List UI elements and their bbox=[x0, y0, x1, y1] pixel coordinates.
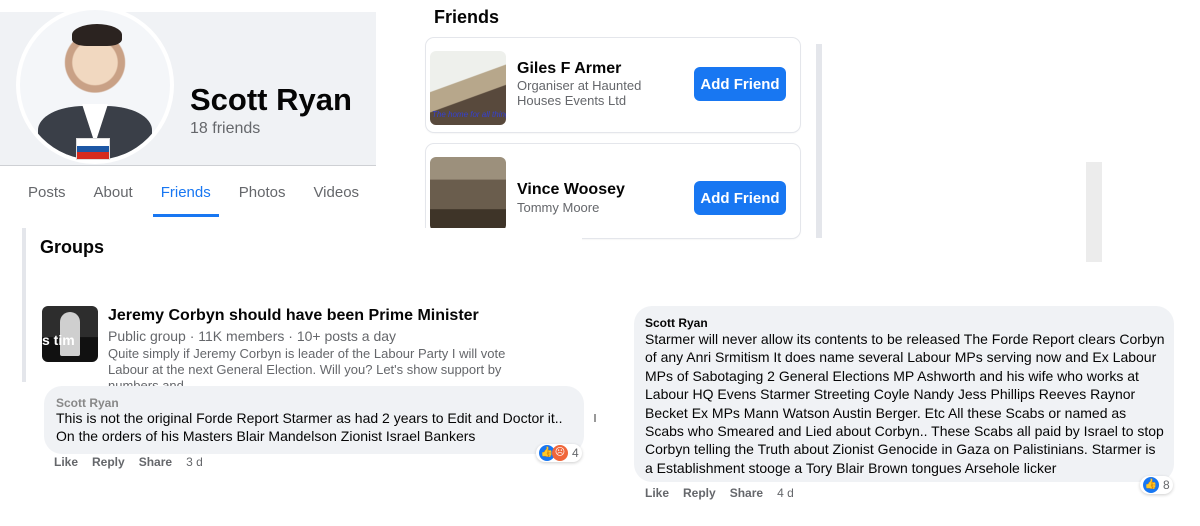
tab-photos[interactable]: Photos bbox=[225, 175, 300, 217]
profile-tabs: Posts About Friends Photos Videos bbox=[14, 175, 373, 217]
reply-button[interactable]: Reply bbox=[92, 455, 125, 469]
group-meta: Public group · 11K members · 10+ posts a… bbox=[108, 328, 397, 344]
avatar-hair bbox=[72, 24, 122, 46]
reaction-summary[interactable]: 👍 ☹ 4 bbox=[536, 444, 582, 462]
group-name[interactable]: Jeremy Corbyn should have been Prime Min… bbox=[108, 307, 479, 325]
group-thumbnail[interactable]: s tim bbox=[42, 306, 98, 362]
photo-caption: The home for all things that... mystery! bbox=[432, 110, 506, 119]
comment-actions: Like Reply Share 3 d bbox=[54, 455, 217, 469]
friend-photo[interactable]: The home for all things that... mystery! bbox=[430, 51, 506, 125]
russia-flag-icon bbox=[76, 138, 110, 160]
reaction-count: 4 bbox=[572, 446, 579, 460]
flag-stripe-red bbox=[77, 152, 109, 159]
friends-title: Friends bbox=[434, 7, 500, 27]
friend-name[interactable]: Vince Woosey bbox=[517, 181, 625, 199]
friend-name[interactable]: Giles F Armer bbox=[517, 60, 621, 78]
friend-subtitle: Tommy Moore bbox=[517, 200, 600, 215]
tab-videos[interactable]: Videos bbox=[299, 175, 373, 217]
flag-stripe-blue bbox=[77, 145, 109, 153]
share-button[interactable]: Share bbox=[730, 486, 763, 500]
comment-text: Starmer will never allow its contents to… bbox=[645, 331, 1165, 476]
reaction-count: 8 bbox=[1163, 478, 1170, 492]
groups-title: Groups bbox=[40, 237, 105, 257]
angry-reaction-icon: ☹ bbox=[552, 445, 568, 461]
tab-about[interactable]: About bbox=[80, 175, 147, 217]
collage-divider bbox=[594, 414, 596, 422]
profile-friends-count[interactable]: 18 friends bbox=[190, 120, 260, 138]
group-thumb-text: s tim bbox=[42, 332, 75, 348]
friends-section: Friends The home for all things that... … bbox=[418, 0, 816, 238]
groups-section: Groups s tim Jeremy Corbyn should have b… bbox=[22, 228, 582, 393]
like-button[interactable]: Like bbox=[645, 486, 669, 500]
comment-author[interactable]: Scott Ryan bbox=[56, 396, 119, 410]
add-friend-button[interactable]: Add Friend bbox=[694, 67, 786, 101]
friend-card: Vince Woosey Tommy Moore Add Friend bbox=[426, 144, 800, 238]
reply-button[interactable]: Reply bbox=[683, 486, 716, 500]
profile-name: Scott Ryan bbox=[190, 82, 352, 117]
comment-time: 4 d bbox=[777, 486, 794, 500]
tab-posts[interactable]: Posts bbox=[14, 175, 80, 217]
flag-stripe-white bbox=[77, 139, 109, 146]
reaction-summary[interactable]: 👍 8 bbox=[1140, 476, 1173, 494]
add-friend-button[interactable]: Add Friend bbox=[694, 181, 786, 215]
tab-friends[interactable]: Friends bbox=[147, 175, 225, 217]
friend-card: The home for all things that... mystery!… bbox=[426, 38, 800, 132]
like-button[interactable]: Like bbox=[54, 455, 78, 469]
collage-divider bbox=[1086, 162, 1102, 262]
comment-author[interactable]: Scott Ryan bbox=[645, 316, 708, 330]
friend-photo[interactable] bbox=[430, 157, 506, 231]
comment-actions: Like Reply Share 4 d bbox=[645, 486, 808, 500]
comment-time: 3 d bbox=[186, 455, 203, 469]
profile-header: Scott Ryan 18 friends Posts About Friend… bbox=[0, 6, 376, 233]
comment-text: This is not the original Forde Report St… bbox=[56, 410, 563, 445]
friend-subtitle: Organiser at Haunted Houses Events Ltd bbox=[517, 78, 642, 108]
friends-scrollbar[interactable] bbox=[816, 44, 822, 238]
share-button[interactable]: Share bbox=[139, 455, 172, 469]
like-reaction-icon: 👍 bbox=[1143, 477, 1159, 493]
